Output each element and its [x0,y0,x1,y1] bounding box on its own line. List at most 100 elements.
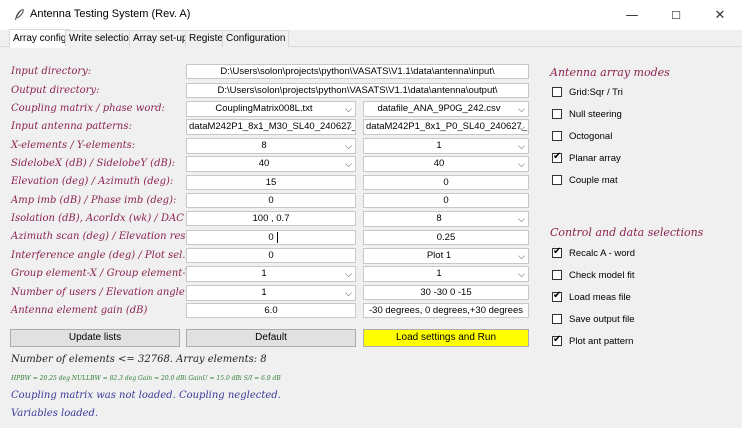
update-lists-button[interactable]: Update lists [10,329,180,347]
default-button[interactable]: Default [186,329,356,347]
antenna-modes-title: Antenna array modes [550,66,670,79]
chevron-down-icon: ⌵ [518,159,525,169]
checkbox-box [552,109,562,119]
checkbox-label: Planar array [569,152,621,164]
azimuth-scan-field[interactable]: 0 [186,230,356,245]
coupling-matrix-select[interactable]: CouplingMatrix008L.txt ⌵ [186,101,356,117]
coupling-matrix-value: CouplingMatrix008L.txt [215,103,313,114]
dac-res-select[interactable]: 8 ⌵ [363,211,529,227]
plot-select[interactable]: Plot 1 ⌵ [363,248,529,264]
checkbox-box: ✔ [552,290,562,302]
checkbox-box [552,87,562,97]
y-elements-value: 1 [436,140,442,151]
chevron-down-icon: ⌵ [345,122,352,132]
control-selections-title: Control and data selections [550,226,704,239]
chevron-down-icon: ⌵ [518,104,525,114]
load-settings-run-button[interactable]: Load settings and Run [363,329,529,347]
isolation-label: Isolation (dB), AcorIdx (wk) / DAC Res: [11,213,209,224]
pattern-1-select[interactable]: dataM242P1_8x1_M30_SL40_240627_1 ⌵ [186,119,356,135]
checkbox-box: ✔ [552,334,562,346]
text-cursor [277,232,278,243]
elevation-res-field[interactable]: 0.25 [363,230,529,245]
checkbox-label: Load meas file [569,291,631,303]
y-elements-select[interactable]: 1 ⌵ [363,138,529,154]
checkmark-icon: ✔ [553,290,562,301]
check-model-fit-checkbox[interactable]: Check model fit [552,269,634,281]
close-button[interactable]: ✕ [698,0,742,30]
interference-angle-field[interactable]: 0 [186,248,356,263]
input-directory-label: Input directory: [11,66,92,77]
recalc-a-word-checkbox[interactable]: ✔ Recalc A - word [552,246,635,259]
variables-loaded-text: Variables loaded. [11,408,99,419]
chevron-down-icon: ⌵ [345,141,352,151]
checkmark-icon: ✔ [553,246,562,257]
dac-res-value: 8 [436,213,442,224]
phase-imbalance-field[interactable]: 0 [363,193,529,208]
output-directory-label: Output directory: [11,85,100,96]
users-label: Number of users / Elevation angle list [11,287,204,298]
checkbox-label: Couple mat [569,174,618,186]
checkbox-label: Octogonal [569,130,613,142]
checkbox-box [552,131,562,141]
grid-sqr-tri-checkbox[interactable]: Grid:Sqr / Tri [552,86,623,98]
plot-ant-pattern-checkbox[interactable]: ✔ Plot ant pattern [552,334,634,347]
title-bar: Antenna Testing System (Rev. A) — ☐ ✕ [0,0,742,30]
app-window: Antenna Testing System (Rev. A) — ☐ ✕ Ar… [0,0,742,428]
interference-label: Interference angle (deg) / Plot sel. [11,250,186,261]
pattern-2-select[interactable]: dataM242P1_8x1_P0_SL40_240627_163 ⌵ [363,119,529,135]
elevation-field[interactable]: 15 [186,175,356,190]
checkbox-label: Null steering [569,108,622,120]
amp-imbalance-field[interactable]: 0 [186,193,356,208]
tab-bar: Array config Write selection Array set-u… [0,29,742,48]
checkbox-label: Recalc A - word [569,247,635,259]
coupling-status-text: Coupling matrix was not loaded. Coupling… [11,390,281,401]
number-users-value: 1 [261,287,267,298]
sidelobe-label: SidelobeX (dB) / SidelobeY (dB): [11,158,176,169]
element-gain-field[interactable]: 6.0 [186,303,356,318]
checkbox-box: ✔ [552,246,562,258]
octogonal-checkbox[interactable]: Octogonal [552,130,612,142]
plot-select-value: Plot 1 [426,250,452,261]
load-meas-file-checkbox[interactable]: ✔ Load meas file [552,290,631,303]
group-element-x-select[interactable]: 1 ⌵ [186,266,356,282]
tab-configuration[interactable]: Configuration [222,30,290,47]
elements-label: X-elements / Y-elements: [11,140,136,151]
chevron-down-icon: ⌵ [345,159,352,169]
chevron-down-icon: ⌵ [518,269,525,279]
output-directory-field[interactable]: D:\Users\solon\projects\python\VASATS\V1… [186,83,529,98]
chevron-down-icon: ⌵ [345,288,352,298]
elevation-angle-list-field[interactable]: 30 -30 0 -15 [363,285,529,300]
window-title: Antenna Testing System (Rev. A) [30,8,191,20]
minimize-button[interactable]: — [610,0,654,30]
null-steering-checkbox[interactable]: Null steering [552,108,622,120]
maximize-button[interactable]: ☐ [654,0,698,30]
checkmark-icon: ✔ [553,334,562,345]
x-elements-select[interactable]: 8 ⌵ [186,138,356,154]
angle-description-field[interactable]: -30 degrees, 0 degrees,+30 degrees [363,303,529,318]
pattern-2-value: dataM242P1_8x1_P0_SL40_240627_163 [366,121,529,132]
elements-count-text: Number of elements <= 32768. Array eleme… [11,354,267,365]
azimuth-field[interactable]: 0 [363,175,529,190]
checkbox-box: ✔ [552,151,562,163]
sidelobe-x-select[interactable]: 40 ⌵ [186,156,356,172]
beam-metrics-text: HPBW = 20.25 deg NULLBW = 82.3 deg Gain … [11,375,281,382]
chevron-down-icon: ⌵ [345,269,352,279]
elevation-label: Elevation (deg) / Azimuth (deg): [11,176,174,187]
planar-array-checkbox[interactable]: ✔ Planar array [552,151,621,164]
save-output-file-checkbox[interactable]: Save output file [552,313,635,325]
sidelobe-y-select[interactable]: 40 ⌵ [363,156,529,172]
sidelobe-y-value: 40 [433,158,445,169]
checkbox-label: Plot ant pattern [569,335,634,347]
checkmark-icon: ✔ [553,151,562,162]
tab-array-setup[interactable]: Array set-up [129,30,192,47]
patterns-label: Input antenna patterns: [11,121,132,132]
chevron-down-icon: ⌵ [518,122,525,132]
group-element-y-select[interactable]: 1 ⌵ [363,266,529,282]
tab-write-selection[interactable]: Write selection [65,30,139,47]
isolation-field[interactable]: 100 , 0.7 [186,211,356,226]
couple-mat-checkbox[interactable]: Couple mat [552,174,618,186]
tab-array-config[interactable]: Array config [9,29,71,48]
input-directory-field[interactable]: D:\Users\solon\projects\python\VASATS\V1… [186,64,529,79]
number-users-select[interactable]: 1 ⌵ [186,285,356,301]
phase-word-select[interactable]: datafile_ANA_9P0G_242.csv ⌵ [363,101,529,117]
